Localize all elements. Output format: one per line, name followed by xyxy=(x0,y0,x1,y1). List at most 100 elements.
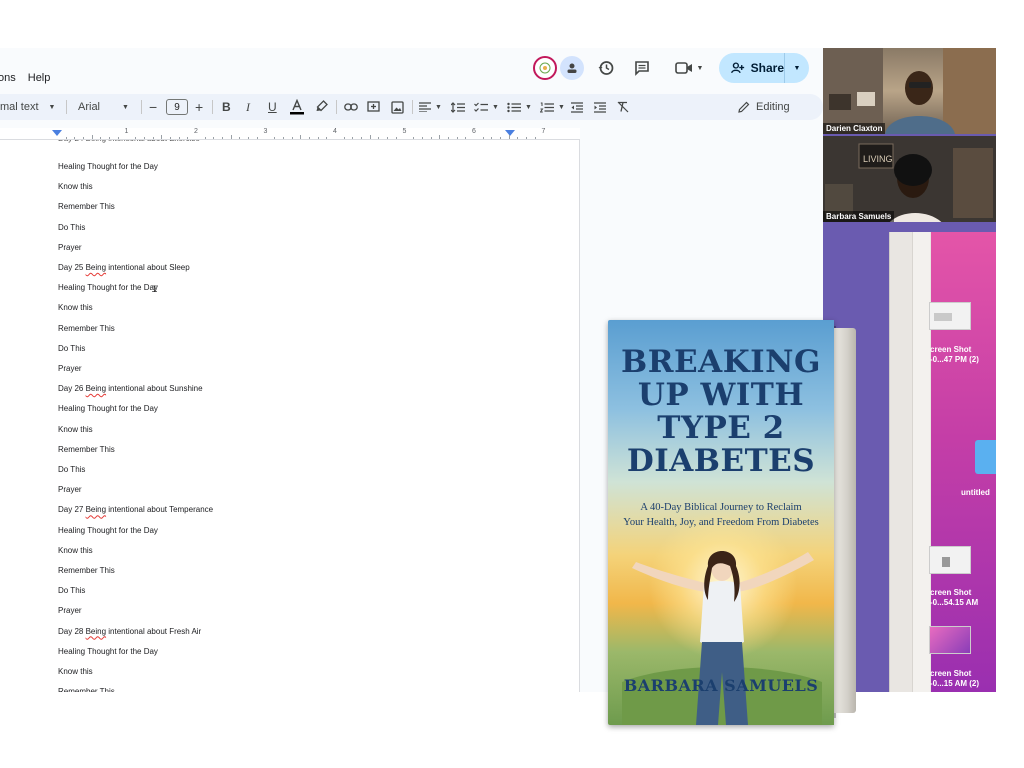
checklist-button[interactable]: ▼ xyxy=(474,94,499,120)
italic-button[interactable]: I xyxy=(246,94,250,120)
insert-link-button[interactable] xyxy=(344,94,358,120)
window-edge xyxy=(889,232,931,692)
editing-mode-button[interactable]: Editing xyxy=(738,94,790,120)
bold-button[interactable]: B xyxy=(222,94,231,120)
desktop-file-3[interactable] xyxy=(929,626,971,654)
document-line[interactable]: Know this xyxy=(58,546,93,555)
ruler-tick xyxy=(256,137,258,139)
document-line[interactable]: Know this xyxy=(58,182,93,191)
version-history-button[interactable] xyxy=(596,58,616,78)
document-line[interactable]: Day 27 Being intentional about Temperanc… xyxy=(58,505,213,514)
ruler-tick xyxy=(439,135,441,139)
ruler-number: 6 xyxy=(472,128,476,135)
document-line[interactable]: Do This xyxy=(58,344,85,353)
document-line[interactable]: Day 26 Being intentional about Sunshine xyxy=(58,384,203,393)
folder-icon[interactable] xyxy=(975,440,996,474)
ruler-tick xyxy=(352,137,354,139)
font-select[interactable]: Arial ▼ xyxy=(78,94,129,120)
highlight-color-button[interactable] xyxy=(316,94,328,120)
spelling-flag[interactable]: Being xyxy=(86,627,106,636)
add-comment-icon xyxy=(367,100,380,112)
spelling-flag[interactable]: Being xyxy=(86,263,106,272)
chevron-down-icon: ▼ xyxy=(48,103,56,111)
document-line[interactable]: Do This xyxy=(58,465,85,474)
numbered-list-button[interactable]: ▼ xyxy=(540,94,565,120)
document-line[interactable]: Healing Thought for the Day xyxy=(58,162,158,171)
svg-text:LIVING: LIVING xyxy=(863,154,893,164)
spelling-flag[interactable]: Being xyxy=(86,505,106,514)
spelling-flag[interactable]: Being xyxy=(86,384,106,393)
document-line[interactable]: Healing Thought for the Day xyxy=(58,404,158,413)
document-line[interactable]: Healing Thought for the Day xyxy=(58,283,158,292)
ruler-tick xyxy=(378,137,380,139)
book-front-cover: BREAKING UP WITH TYPE 2 DIABETES A 40-Da… xyxy=(608,320,834,725)
decrease-indent-button[interactable] xyxy=(571,94,583,120)
ruler-tick xyxy=(187,137,189,139)
document-line[interactable]: Do This xyxy=(58,586,85,595)
increase-indent-button[interactable] xyxy=(594,94,606,120)
toolbar-divider xyxy=(141,100,142,114)
document-line[interactable]: Know this xyxy=(58,303,93,312)
document-line[interactable]: Know this xyxy=(58,667,93,676)
avatar-logo-icon xyxy=(539,62,551,74)
comments-button[interactable] xyxy=(632,58,652,78)
image-icon xyxy=(391,100,404,114)
book-author: BARBARA SAMUELS xyxy=(623,676,819,695)
participant-tile-2[interactable]: LIVING Barbara Samuels xyxy=(823,136,996,222)
align-button[interactable]: ▼ xyxy=(419,94,442,120)
present-to-meeting-button[interactable] xyxy=(560,56,584,80)
ruler-tick xyxy=(465,137,467,139)
underline-button[interactable]: U xyxy=(268,94,277,120)
document-line[interactable]: Prayer xyxy=(58,243,82,252)
document-line[interactable]: Prayer xyxy=(58,485,82,494)
desktop-file-2[interactable] xyxy=(929,546,971,574)
increase-font-size-button[interactable]: + xyxy=(195,94,203,120)
line-spacing-icon xyxy=(451,101,465,113)
clear-formatting-button[interactable] xyxy=(617,94,629,120)
chevron-down-icon: ▼ xyxy=(558,103,565,111)
first-line-indent-marker-icon[interactable] xyxy=(52,130,62,137)
docs-topbar: ons Help ▼ Share ▼ xyxy=(0,48,823,94)
document-line[interactable]: Healing Thought for the Day xyxy=(58,647,158,656)
document-line[interactable]: Remember This xyxy=(58,324,115,333)
menu-help[interactable]: Help xyxy=(28,72,51,84)
desktop-file-1[interactable] xyxy=(929,302,971,330)
ruler-tick xyxy=(308,137,310,139)
document-line[interactable]: Day 28 Being intentional about Fresh Air xyxy=(58,627,201,636)
document-line[interactable]: Do This xyxy=(58,223,85,232)
document-line[interactable]: Prayer xyxy=(58,364,82,373)
ruler-tick xyxy=(230,135,232,139)
people-icon xyxy=(731,62,745,74)
share-options-button[interactable]: ▼ xyxy=(785,53,809,83)
menu-extensions[interactable]: ons xyxy=(0,72,16,84)
ruler-tick xyxy=(387,137,389,139)
document-line[interactable]: Remember This xyxy=(58,687,115,692)
share-button[interactable]: Share xyxy=(719,53,785,83)
document-line[interactable]: Remember This xyxy=(58,566,115,575)
participant-tile-1[interactable]: Darien Claxton xyxy=(823,48,996,134)
ruler-tick xyxy=(508,135,510,139)
ruler-tick xyxy=(326,137,328,139)
ruler-tick xyxy=(482,137,484,139)
right-indent-marker-icon[interactable] xyxy=(505,130,515,137)
ruler-tick xyxy=(526,137,528,139)
bulleted-list-button[interactable]: ▼ xyxy=(507,94,532,120)
text-color-button[interactable] xyxy=(290,94,304,120)
style-select[interactable]: mal text ▼ xyxy=(0,94,55,120)
document-page[interactable]: Day 24 Being intentional about Exercise … xyxy=(0,140,580,692)
insert-image-button[interactable] xyxy=(391,94,404,120)
document-line[interactable]: Healing Thought for the Day xyxy=(58,526,158,535)
insert-comment-button[interactable] xyxy=(367,94,380,120)
document-line[interactable]: Remember This xyxy=(58,202,115,211)
line-spacing-button[interactable] xyxy=(451,94,465,120)
font-size-input[interactable]: 9 xyxy=(166,94,188,120)
toolbar-divider xyxy=(66,100,67,114)
document-line[interactable]: Know this xyxy=(58,425,93,434)
document-line[interactable]: Day 25 Being intentional about Sleep xyxy=(58,263,190,272)
document-line[interactable]: Remember This xyxy=(58,445,115,454)
user-avatar[interactable] xyxy=(533,56,557,80)
decrease-font-size-button[interactable]: − xyxy=(149,94,157,120)
increase-indent-icon xyxy=(594,101,606,113)
meet-button[interactable]: ▼ xyxy=(672,58,706,78)
document-line[interactable]: Prayer xyxy=(58,606,82,615)
